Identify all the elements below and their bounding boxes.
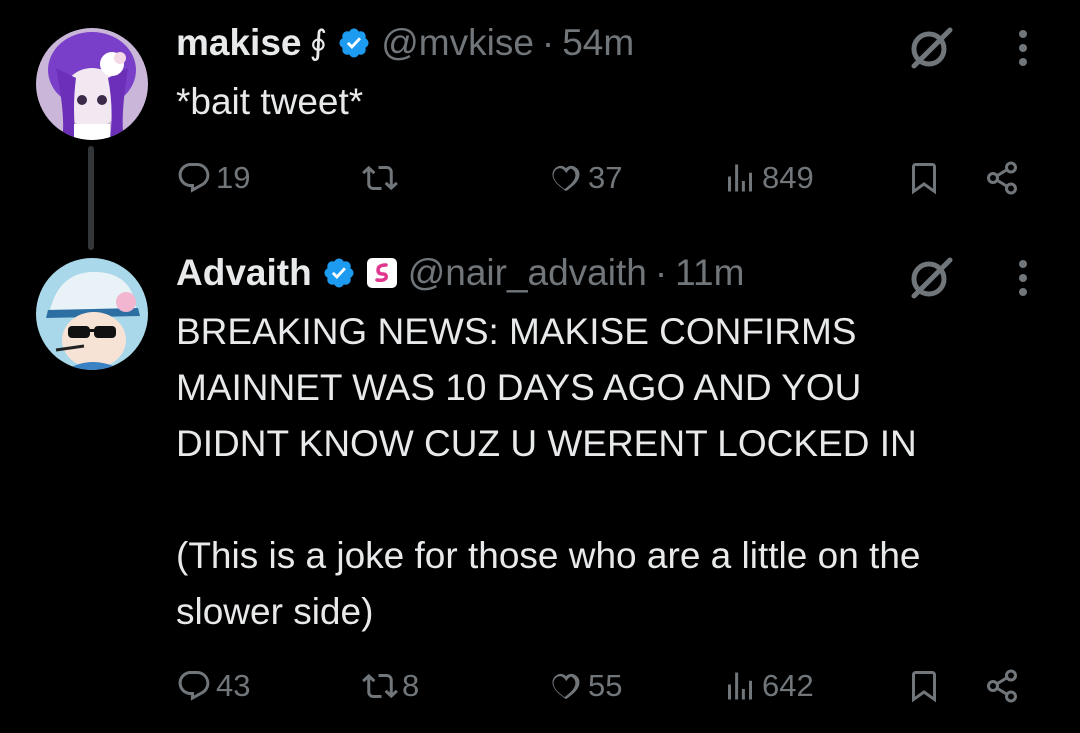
grok-icon[interactable] bbox=[906, 252, 956, 302]
views-count: 849 bbox=[762, 160, 814, 195]
tweet-text: BREAKING NEWS: MAKISE CONFIRMS MAINNET W… bbox=[176, 311, 921, 632]
affiliate-badge-icon[interactable] bbox=[366, 257, 398, 289]
retweet-button[interactable]: 8 bbox=[362, 668, 419, 704]
share-icon bbox=[987, 669, 1017, 703]
views-icon bbox=[728, 164, 752, 192]
verified-icon bbox=[324, 258, 354, 288]
avatar-makise[interactable] bbox=[36, 28, 148, 140]
reply-count: 19 bbox=[216, 160, 251, 195]
bookmark-icon bbox=[912, 163, 936, 195]
retweet-count: 8 bbox=[402, 668, 420, 703]
tweet-actions: 19 37 849 bbox=[176, 160, 1050, 200]
thread-line bbox=[88, 146, 94, 250]
reply-button[interactable]: 43 bbox=[176, 668, 250, 704]
author-name[interactable]: makise bbox=[176, 22, 302, 64]
like-icon bbox=[552, 673, 580, 700]
like-count: 55 bbox=[588, 668, 623, 703]
tweet-time[interactable]: 54m bbox=[562, 22, 634, 64]
like-button[interactable]: 37 bbox=[548, 160, 622, 196]
reply-icon bbox=[178, 671, 210, 701]
name-glyph: ∮ bbox=[309, 24, 328, 62]
tweet-header: Advaith @nair_advaith · 11m bbox=[176, 252, 744, 294]
avatar-advaith[interactable] bbox=[36, 258, 148, 370]
reply-button[interactable]: 19 bbox=[176, 160, 250, 196]
like-button[interactable]: 55 bbox=[548, 668, 622, 704]
tweet-text: *bait tweet* bbox=[176, 81, 364, 122]
share-button[interactable] bbox=[984, 668, 1020, 704]
like-count: 37 bbox=[588, 160, 623, 195]
reply-count: 43 bbox=[216, 668, 251, 703]
retweet-button[interactable] bbox=[362, 160, 402, 196]
views-button[interactable]: 849 bbox=[722, 160, 814, 196]
tweet-time[interactable]: 11m bbox=[675, 252, 744, 294]
grok-icon[interactable] bbox=[906, 22, 956, 72]
retweet-icon bbox=[362, 673, 398, 699]
views-count: 642 bbox=[762, 668, 814, 703]
tweet-actions: 43 8 55 642 bbox=[176, 668, 1050, 708]
bookmark-button[interactable] bbox=[906, 668, 942, 704]
views-icon bbox=[728, 672, 752, 700]
bookmark-button[interactable] bbox=[906, 160, 942, 196]
verified-icon bbox=[339, 28, 369, 58]
author-handle[interactable]: @mvkise bbox=[381, 22, 534, 64]
more-icon[interactable] bbox=[1017, 28, 1029, 68]
separator-dot: · bbox=[541, 22, 555, 63]
more-icon[interactable] bbox=[1017, 258, 1029, 298]
like-icon bbox=[552, 165, 580, 192]
share-icon bbox=[987, 161, 1017, 195]
author-handle[interactable]: @nair_advaith bbox=[408, 252, 647, 294]
share-button[interactable] bbox=[984, 160, 1020, 196]
separator-dot: · bbox=[654, 252, 668, 293]
views-button[interactable]: 642 bbox=[722, 668, 814, 704]
reply-icon bbox=[178, 163, 210, 193]
bookmark-icon bbox=[912, 671, 936, 703]
retweet-icon bbox=[362, 165, 398, 191]
author-name[interactable]: Advaith bbox=[176, 252, 312, 294]
tweet-header: makise ∮ @mvkise · 54m bbox=[176, 22, 634, 64]
